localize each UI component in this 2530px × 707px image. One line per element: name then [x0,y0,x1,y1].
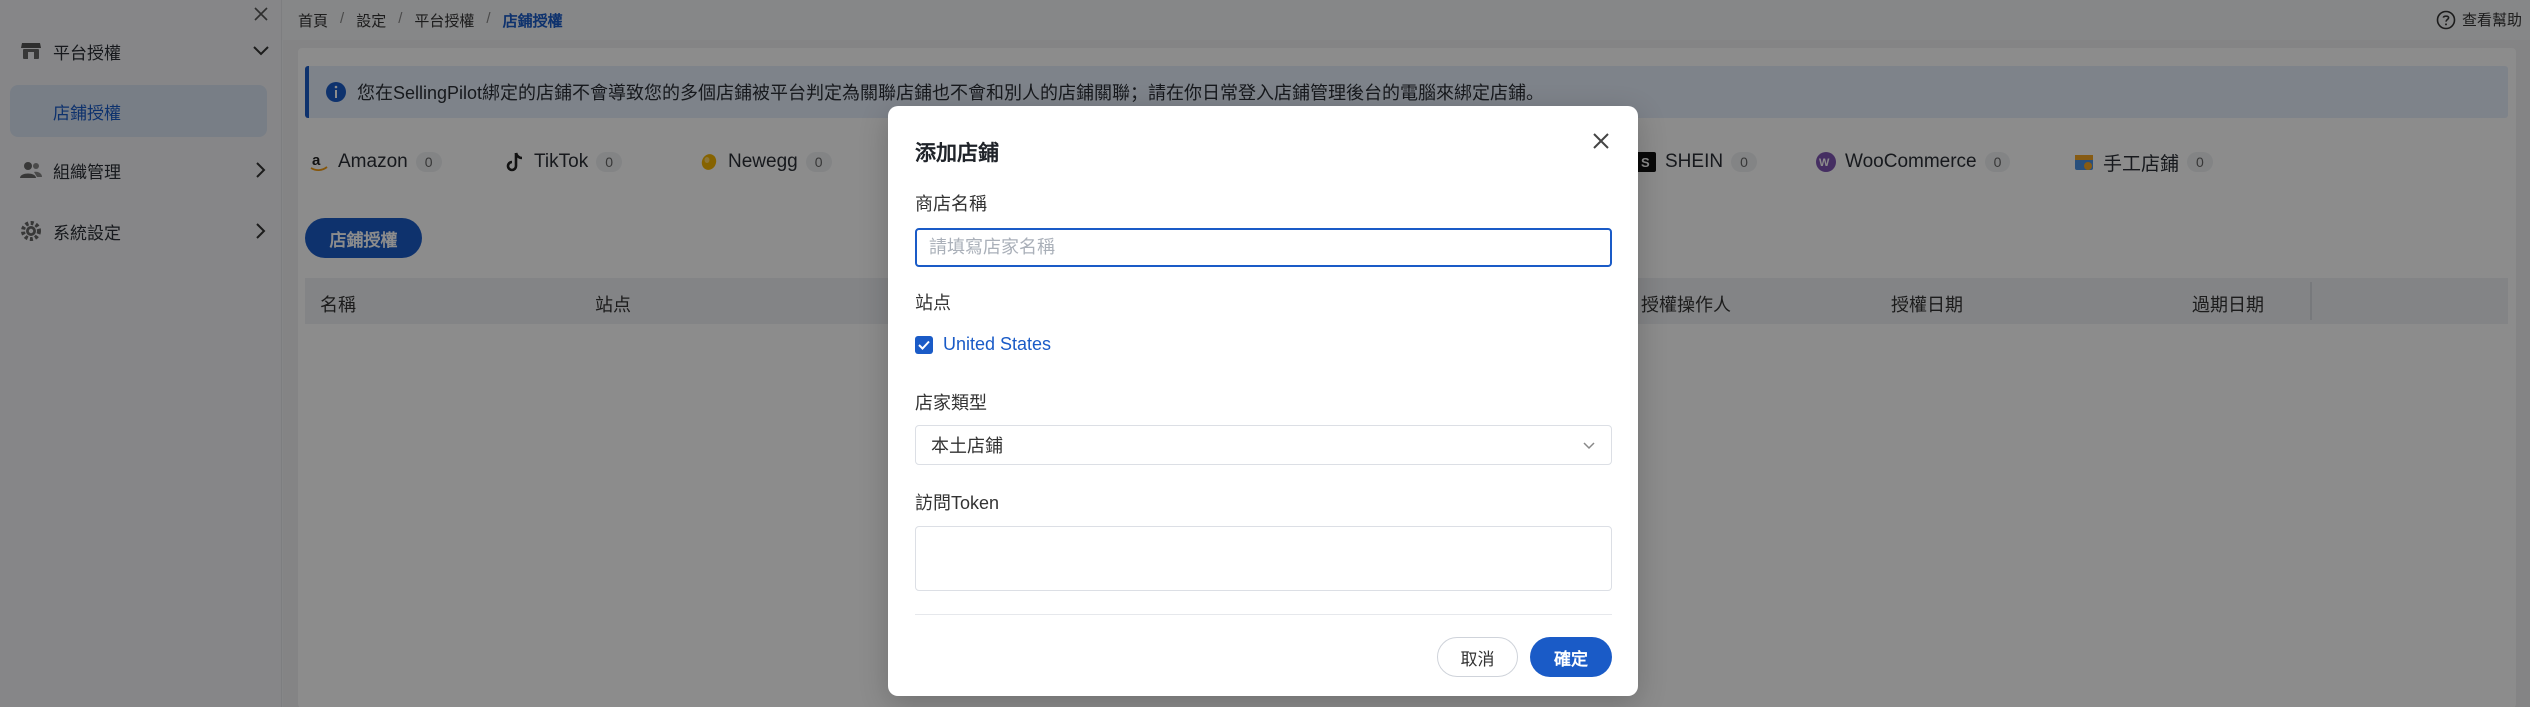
chevron-down-icon [1583,442,1595,450]
store-type-label: 店家類型 [915,393,987,413]
site-option-label: United States [943,334,1052,354]
close-icon [1593,133,1609,149]
confirm-button[interactable]: 確定 [1530,637,1612,677]
store-name-label: 商店名稱 [915,194,987,214]
token-label: 訪問Token [915,493,1000,513]
cancel-button[interactable]: 取消 [1437,637,1518,677]
store-type-select[interactable]: 本土店鋪 [915,425,1612,465]
dialog-close-button[interactable] [1586,126,1616,156]
store-name-input[interactable] [915,228,1612,267]
site-checkbox-united-states[interactable]: United States [915,334,1051,355]
token-textarea[interactable] [915,526,1612,591]
site-label: 站点 [915,293,951,313]
dialog-title: 添加店鋪 [915,142,999,165]
checkbox-checked-icon [915,335,933,354]
dialog-divider [915,614,1612,615]
add-store-dialog: 添加店鋪 商店名稱 站点 United States 店家類型 本土店鋪 訪問T… [888,106,1638,696]
store-type-value: 本土店鋪 [931,436,1003,456]
